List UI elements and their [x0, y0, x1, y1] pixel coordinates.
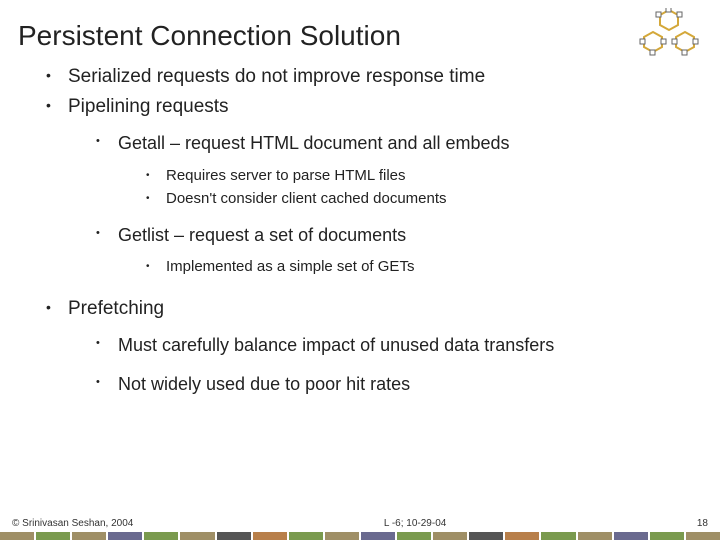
bullet-l3: Doesn't consider client cached documents [146, 189, 686, 209]
bullet-l2: Getlist – request a set of documents Imp… [96, 223, 686, 278]
bullet-l3: Requires server to parse HTML files [146, 166, 686, 186]
slide-footer: © Srinivasan Seshan, 2004 L -6; 10-29-04… [0, 518, 720, 540]
bullet-l2: Not widely used due to poor hit rates [96, 372, 686, 396]
bullet-text: Pipelining requests [68, 96, 229, 117]
bullet-text: Getlist – request a set of documents [118, 225, 406, 245]
footer-lecture-id: L -6; 10-29-04 [384, 518, 446, 529]
bullet-text: Getall – request HTML document and all e… [118, 133, 510, 153]
bullet-text: Prefetching [68, 298, 164, 319]
footer-copyright: © Srinivasan Seshan, 2004 [12, 518, 133, 529]
bullet-l1: Pipelining requests Getall – request HTM… [46, 94, 686, 278]
bullet-l1: Prefetching Must carefully balance impac… [46, 296, 686, 396]
bullet-l1: Serialized requests do not improve respo… [46, 64, 686, 90]
bullet-l2: Must carefully balance impact of unused … [96, 333, 686, 357]
footer-color-bar [0, 532, 720, 540]
slide-title: Persistent Connection Solution [0, 0, 720, 64]
bullet-l2: Getall – request HTML document and all e… [96, 131, 686, 209]
footer-page-number: 18 [697, 518, 708, 529]
logo-graphic [636, 8, 702, 58]
bullet-l3: Implemented as a simple set of GETs [146, 257, 686, 277]
slide-body: Serialized requests do not improve respo… [0, 64, 720, 396]
